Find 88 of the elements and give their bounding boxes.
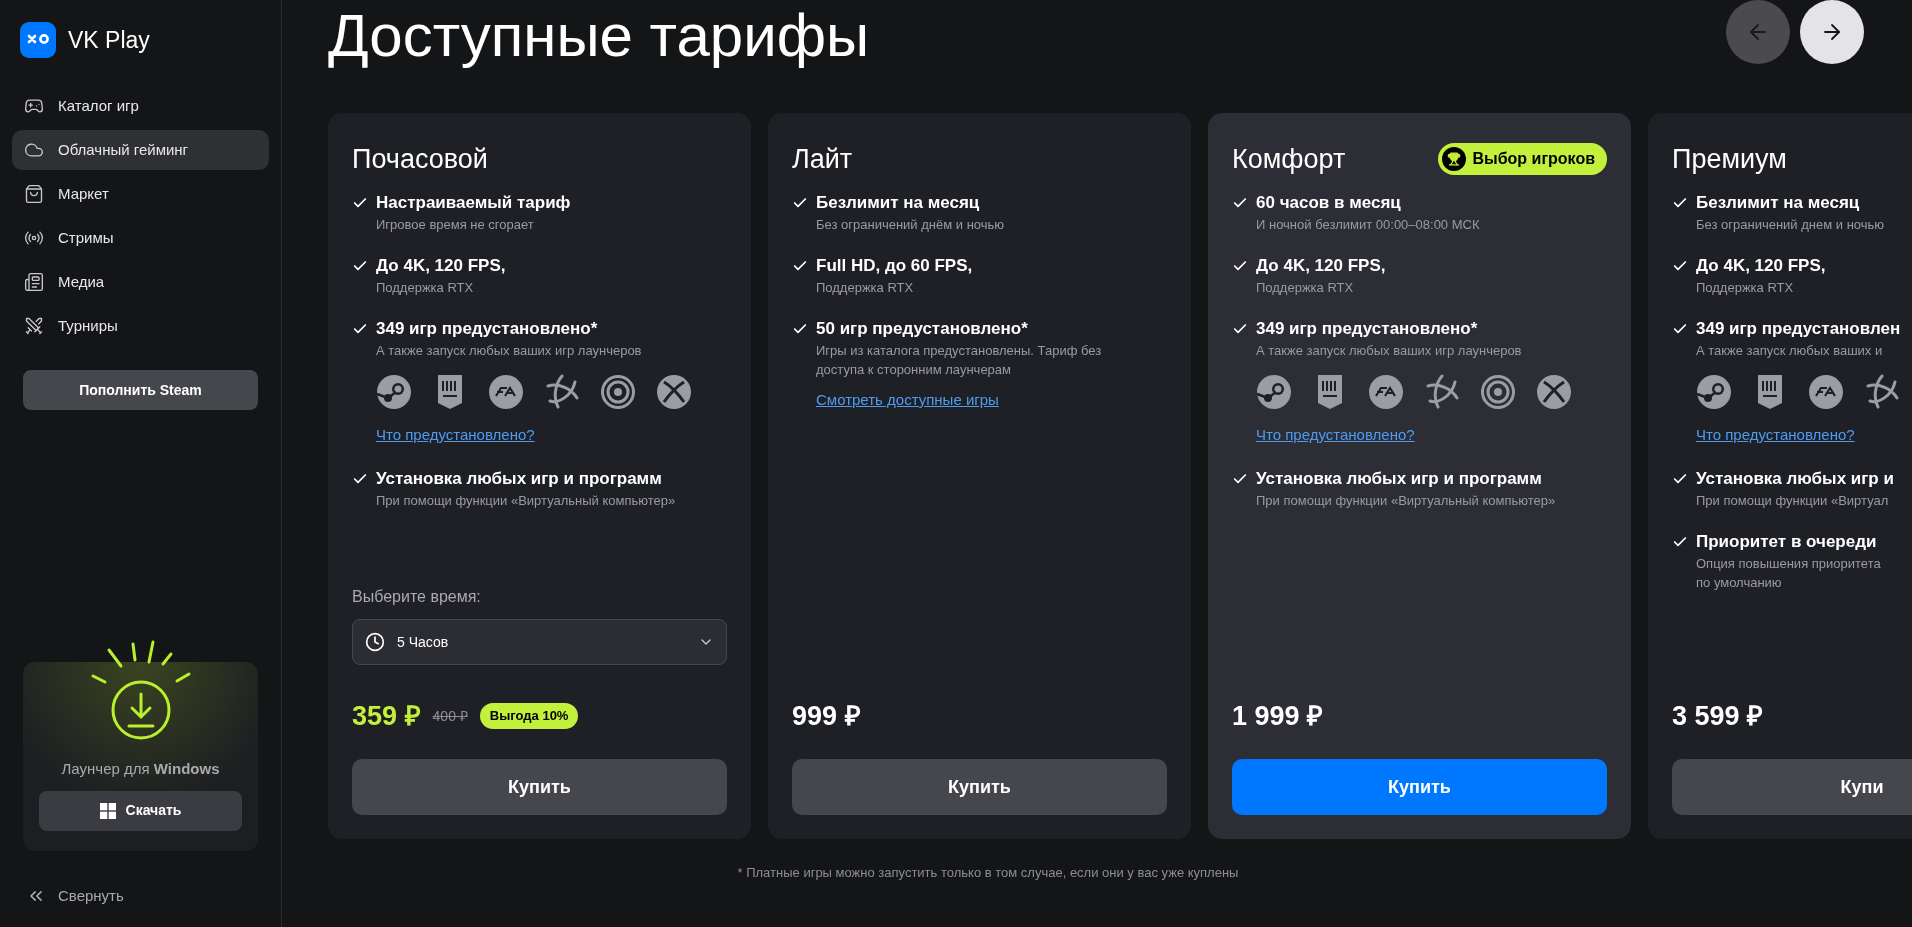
footnote: * Платные игры можно запустить только в том случае, если они у вас уже куплены xyxy=(736,864,1240,882)
ea-logo-icon xyxy=(488,374,524,410)
top-up-steam-button[interactable]: Пополнить Steam xyxy=(23,370,258,410)
page-title: Доступные тарифы xyxy=(328,1,870,71)
nav-item[interactable]: Маркет xyxy=(12,174,269,214)
feature-description: Игровое время не сгорает xyxy=(376,216,535,234)
price: 999 ₽ xyxy=(792,699,861,733)
buy-button[interactable]: Купить xyxy=(352,759,727,815)
clock-icon xyxy=(365,632,385,652)
ea-logo-icon xyxy=(1808,374,1844,410)
shopping-bag-icon xyxy=(24,184,44,204)
feature-description: При помощи функции «Виртуальный компьютер» xyxy=(1256,491,1556,510)
xbox-logo-icon xyxy=(1536,374,1572,410)
ea-logo-icon xyxy=(1368,374,1404,410)
feature-description: А также запуск любых ваших игр лаунчеров xyxy=(376,342,643,360)
logo-icon xyxy=(20,22,56,58)
feature-title: Full HD, до 60 FPS, xyxy=(816,255,973,277)
feature-description: Поддержка RTX xyxy=(816,279,915,297)
feature-title: Безлимит на месяц xyxy=(816,192,981,214)
time-value: 5 Часов xyxy=(397,632,450,652)
brand-name: VK Play xyxy=(68,25,150,55)
feature-description: Игры из каталога предустановлены. Тариф без доступа к сторонним лаунчерам xyxy=(816,342,1103,379)
windows-icon xyxy=(99,802,116,819)
feature-description: Опция повышения приоритета по умолчанию xyxy=(1696,554,1882,592)
feature-title: Приоритет в очереди xyxy=(1696,530,1878,553)
buy-button[interactable]: Купить xyxy=(792,759,1167,815)
details-link[interactable]: Что предустановлено? xyxy=(376,424,535,447)
feature-description: А также запуск любых ваших и xyxy=(1696,342,1884,360)
price: 1 999 ₽ xyxy=(1232,699,1324,733)
feature-description: Поддержка RTX xyxy=(1256,279,1355,297)
nav-item[interactable]: Каталог игр xyxy=(12,86,269,126)
old-price: 400 ₽ xyxy=(432,706,468,726)
cloud-icon xyxy=(24,140,44,160)
steam-logo-icon xyxy=(1256,374,1292,410)
swirl-logo-icon xyxy=(1480,374,1516,410)
trophy-icon xyxy=(1442,147,1467,171)
plan-title: Комфорт xyxy=(1232,142,1346,176)
price: 359 ₽ xyxy=(352,699,421,733)
buy-button[interactable]: Купить xyxy=(1232,759,1607,815)
feature-title: 349 игр предустановлен xyxy=(1696,318,1901,340)
discount-badge: Выгода 10% xyxy=(479,703,579,729)
feature-description: Без ограничений днем и ночью xyxy=(1696,216,1885,234)
players-choice-badge: Выбор игроков xyxy=(1438,143,1607,175)
collapse-link[interactable]: Свернуть xyxy=(12,884,269,907)
feature-title: 60 часов в месяц xyxy=(1256,192,1402,214)
launcher-caption: Лаунчер для Windows xyxy=(61,759,220,779)
nav-item[interactable]: Стримы xyxy=(12,218,269,258)
time-select-label: Выберите время: xyxy=(352,587,482,607)
plan-title: Лайт xyxy=(792,142,853,176)
feature-title: До 4K, 120 FPS, xyxy=(376,255,506,277)
buy-button[interactable]: Купи xyxy=(1672,759,1912,815)
nav-item[interactable]: Турниры xyxy=(12,306,269,346)
swirl-logo-icon xyxy=(600,374,636,410)
battlenet-logo-icon xyxy=(544,374,580,410)
feature-title: Настраиваемый тариф xyxy=(376,192,571,214)
time-dropdown[interactable]: 5 Часов xyxy=(352,619,727,665)
feature-title: Установка любых игр и программ xyxy=(1256,467,1543,490)
feature-description: Поддержка RTX xyxy=(376,279,475,297)
nav-item[interactable]: Облачный гейминг xyxy=(12,130,269,170)
steam-logo-icon xyxy=(1696,374,1732,410)
feature-description: А также запуск любых ваших игр лаунчеров xyxy=(1256,342,1523,360)
price: 3 599 ₽ xyxy=(1672,699,1764,733)
feature-description: И ночной безлимит 00:00–08:00 МСК xyxy=(1256,216,1480,234)
steam-logo-icon xyxy=(376,374,412,410)
feature-description: Поддержка RTX xyxy=(1696,279,1795,297)
feature-title: До 4K, 120 FPS, xyxy=(1256,255,1386,277)
newspaper-icon xyxy=(24,272,44,292)
details-link[interactable]: Смотреть доступные игры xyxy=(816,389,999,412)
plan-title: Премиум xyxy=(1672,142,1787,176)
download-button[interactable]: Скачать xyxy=(39,790,242,831)
xbox-logo-icon xyxy=(656,374,692,410)
details-link[interactable]: Что предустановлено? xyxy=(1696,424,1855,447)
details-link[interactable]: Что предустановлено? xyxy=(1256,424,1415,447)
battlenet-logo-icon xyxy=(1864,374,1900,410)
feature-title: До 4K, 120 FPS, xyxy=(1696,255,1826,277)
feature-title: 349 игр предустановлено* xyxy=(376,318,599,340)
feature-title: Установка любых игр и xyxy=(1696,467,1894,490)
feature-title: 349 игр предустановлено* xyxy=(1256,318,1479,340)
nav-item[interactable]: Медиа xyxy=(12,262,269,302)
feature-description: При помощи функции «Виртуал xyxy=(1696,491,1890,510)
feature-description: Без ограничений днём и ночью xyxy=(816,216,1005,234)
feature-title: Безлимит на месяц xyxy=(1696,192,1861,214)
swords-icon xyxy=(24,316,44,336)
feature-title: Установка любых игр и программ xyxy=(376,467,663,490)
plan-title: Почасовой xyxy=(352,142,488,176)
feature-title: 50 игр предустановлено* xyxy=(816,318,1029,340)
feature-description: При помощи функции «Виртуальный компьютер» xyxy=(376,491,676,510)
battlenet-logo-icon xyxy=(1424,374,1460,410)
